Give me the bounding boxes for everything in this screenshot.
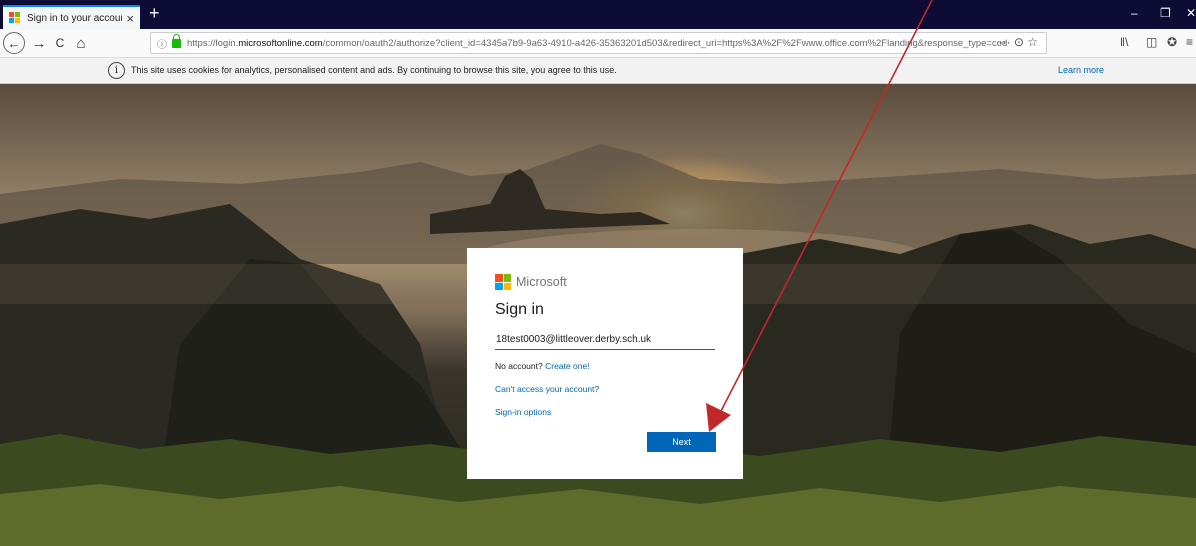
email-input[interactable] <box>495 330 715 350</box>
microsoft-logo-icon <box>495 274 511 290</box>
cant-access-link[interactable]: Can't access your account? <box>495 384 599 394</box>
tab-close-icon[interactable]: × <box>126 11 134 26</box>
browser-tab[interactable]: Sign in to your account × <box>3 5 140 29</box>
new-tab-button[interactable]: + <box>149 3 160 24</box>
url-text[interactable]: https://login.microsoftonline.com/common… <box>187 38 1007 49</box>
signin-title: Sign in <box>495 301 544 318</box>
minimize-icon[interactable]: – <box>1131 6 1138 20</box>
next-button[interactable]: Next <box>647 432 716 452</box>
hamburger-menu-icon[interactable]: ≡ <box>1186 35 1193 49</box>
maximize-icon[interactable]: ❐ <box>1160 6 1171 20</box>
learn-more-link[interactable]: Learn more <box>1058 65 1104 75</box>
home-button[interactable]: ⌂ <box>73 33 89 53</box>
microsoft-logo: Microsoft <box>495 274 567 290</box>
back-button[interactable]: ← <box>3 32 25 54</box>
cookie-text: This site uses cookies for analytics, pe… <box>131 65 617 75</box>
info-icon: i <box>108 62 125 79</box>
cookie-banner: i This site uses cookies for analytics, … <box>0 58 1196 84</box>
site-info-icon[interactable]: ⓘ <box>157 36 167 51</box>
window-close-icon[interactable]: ✕ <box>1186 6 1196 20</box>
extension-icon[interactable]: ✪ <box>1167 35 1177 49</box>
page-actions-menu[interactable]: ··· ⊙ ☆ <box>999 35 1038 49</box>
signin-card: Microsoft Sign in No account? Create one… <box>467 248 743 479</box>
url-bar[interactable]: ⓘ https://login.microsoftonline.com/comm… <box>150 32 1047 54</box>
navigation-bar: ← → C ⌂ ⓘ https://login.microsoftonline.… <box>0 29 1196 58</box>
brand-name: Microsoft <box>516 275 567 289</box>
forward-button[interactable]: → <box>31 33 47 53</box>
create-account-link[interactable]: Create one! <box>545 361 589 371</box>
reload-button[interactable]: C <box>52 33 68 53</box>
sidebar-icon[interactable]: ◫ <box>1146 35 1157 49</box>
microsoft-favicon-icon <box>9 12 21 24</box>
library-icon[interactable]: ǁ\ <box>1120 35 1128 49</box>
tab-title: Sign in to your account <box>27 12 123 24</box>
signin-options-link[interactable]: Sign-in options <box>495 407 551 417</box>
tab-bar: Sign in to your account × + – ❐ ✕ <box>0 0 1196 29</box>
lock-icon <box>172 33 181 48</box>
no-account-text: No account? Create one! <box>495 361 590 371</box>
